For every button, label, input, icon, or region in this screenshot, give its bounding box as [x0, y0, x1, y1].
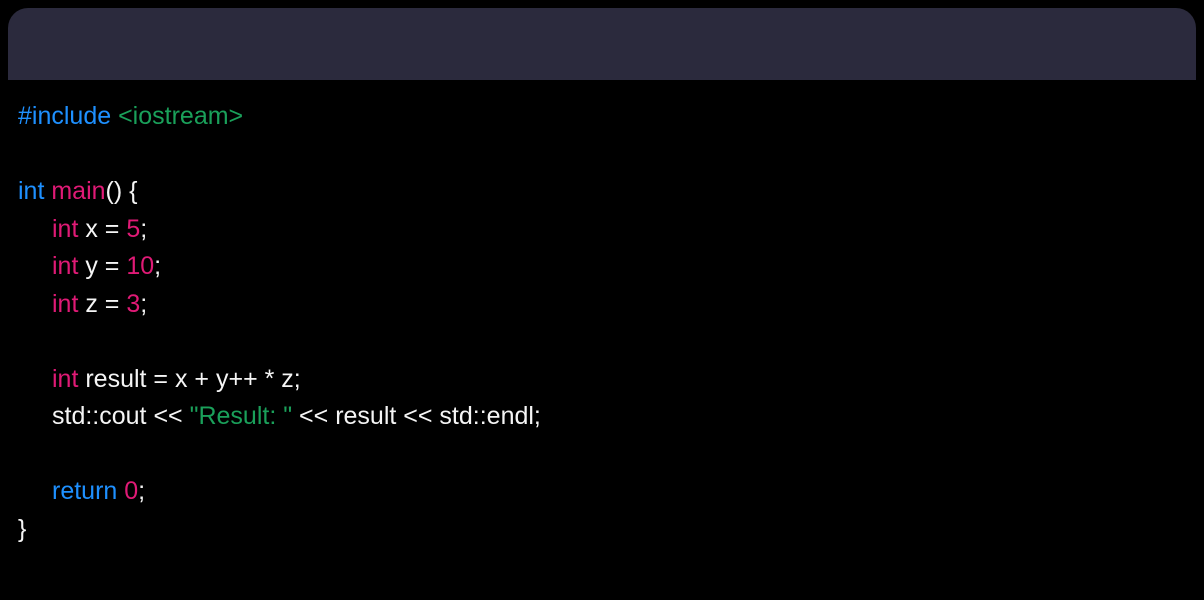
- return-keyword: return: [52, 477, 117, 505]
- code-block: #include <iostream> int main() { int x =…: [0, 80, 1204, 548]
- semi-z: ;: [140, 290, 147, 318]
- code-header-bar: [8, 8, 1196, 80]
- type-int-z: int: [52, 290, 78, 318]
- include-directive: include: [32, 102, 111, 130]
- cout-prefix: std::cout <<: [52, 402, 190, 430]
- semi-return: ;: [138, 477, 145, 505]
- type-int-y: int: [52, 252, 78, 280]
- var-z-decl: z =: [78, 290, 126, 318]
- code-container: #include <iostream> int main() { int x =…: [0, 8, 1204, 600]
- semi-x: ;: [140, 215, 147, 243]
- main-paren-brace: () {: [106, 177, 138, 205]
- type-int: int: [18, 177, 44, 205]
- num-10: 10: [126, 252, 154, 280]
- var-y-decl: y =: [78, 252, 126, 280]
- func-main: main: [44, 177, 105, 205]
- num-3: 3: [126, 290, 140, 318]
- result-expr: result = x + y++ * z;: [78, 365, 300, 393]
- num-5: 5: [126, 215, 140, 243]
- string-result: "Result: ": [190, 402, 293, 430]
- closing-brace: }: [18, 515, 26, 543]
- preprocessor-hash: #: [18, 102, 32, 130]
- semi-y: ;: [154, 252, 161, 280]
- cout-suffix: << result << std::endl;: [292, 402, 541, 430]
- var-x-decl: x =: [78, 215, 126, 243]
- include-header: <iostream>: [111, 102, 243, 130]
- type-int-result: int: [52, 365, 78, 393]
- num-0: 0: [124, 477, 138, 505]
- type-int-x: int: [52, 215, 78, 243]
